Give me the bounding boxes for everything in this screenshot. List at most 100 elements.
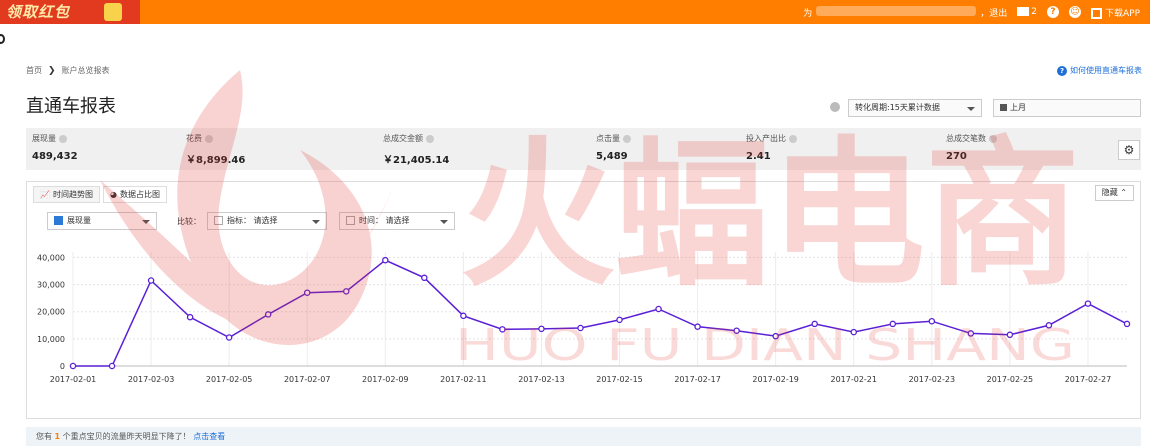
data-point[interactable]: [850, 328, 857, 336]
notice-message: 个重点宝贝的流量昨天明显下降了！: [62, 432, 191, 441]
metric-roi[interactable]: 投入产出比 2.41: [746, 133, 797, 162]
chevron-down-icon: [967, 107, 975, 111]
x-tick-label: 2017-02-17: [674, 375, 721, 384]
metric-label: 总成交笔数: [946, 134, 986, 143]
breadcrumb-current: 账户总览报表: [61, 66, 110, 75]
metric-value: 489,432: [32, 151, 78, 162]
download-app-label: 下载APP: [1104, 8, 1140, 19]
help-link[interactable]: ? 如何使用直通车报表: [1057, 65, 1142, 76]
x-tick-label: 2017-02-15: [596, 375, 643, 384]
logout-link[interactable]: ，退出: [980, 9, 1007, 19]
x-tick-label: 2017-02-11: [440, 375, 487, 384]
metric-clicks[interactable]: 点击量 5,489: [596, 133, 631, 162]
data-point[interactable]: [460, 312, 467, 320]
metric-label: 总成交金额: [383, 134, 423, 143]
chevron-down-icon: [440, 220, 448, 224]
data-point[interactable]: [264, 311, 272, 318]
y-tick-label: 40,000: [37, 253, 65, 262]
metric-gmv[interactable]: 总成交金额 ￥21,405.14: [383, 133, 449, 166]
x-tick-label: 2017-02-03: [128, 375, 175, 384]
gear-icon: ⚙: [1123, 143, 1135, 157]
data-point[interactable]: [303, 289, 311, 296]
data-point[interactable]: [343, 288, 350, 295]
help-icon[interactable]: ?: [1046, 6, 1059, 18]
date-range-select[interactable]: 上月: [993, 99, 1141, 117]
question-icon: ?: [1057, 65, 1067, 76]
data-point[interactable]: [694, 323, 701, 330]
metric-value: 270: [946, 151, 967, 162]
pie-chart-icon: ◕: [110, 190, 117, 199]
indicator-select[interactable]: 指标： 请选择: [207, 212, 327, 230]
time-select[interactable]: 时间： 请选择: [339, 212, 455, 230]
breadcrumb-home[interactable]: 首页: [26, 65, 42, 76]
info-icon[interactable]: [830, 102, 840, 112]
trend-chart-icon: 📈: [40, 190, 50, 199]
help-dot-icon: [989, 134, 997, 143]
tab-share-label: 数据占比图: [119, 190, 160, 199]
metric-value: 2.41: [746, 151, 771, 162]
trend-line-chart: 0 10,000 20,000 30,000 40,000 2017-02-01 2017-…: [37, 252, 1131, 384]
data-point[interactable]: [538, 325, 545, 333]
calendar-icon: [1000, 104, 1007, 111]
indicator-value: 指标： 请选择: [227, 216, 278, 225]
x-tick-label: 2017-02-07: [284, 375, 331, 384]
help-dot-icon: [426, 134, 434, 143]
notice-prefix: 您有: [36, 432, 52, 441]
data-point[interactable]: [1084, 300, 1092, 307]
conversion-period-value: 转化周期:15天累计数据: [855, 103, 940, 112]
data-point[interactable]: [811, 320, 818, 328]
data-point[interactable]: [889, 320, 897, 328]
data-point[interactable]: [616, 316, 623, 324]
data-point[interactable]: [1123, 320, 1131, 328]
x-tick-label: 2017-02-19: [752, 375, 799, 384]
notice-link[interactable]: 点击查看: [193, 432, 225, 441]
data-point[interactable]: [577, 324, 584, 332]
metric-orders[interactable]: 总成交笔数 270: [946, 133, 997, 162]
mail-button[interactable]: 2: [1017, 7, 1037, 17]
data-point[interactable]: [186, 313, 194, 321]
data-point[interactable]: [655, 305, 662, 313]
data-point[interactable]: [967, 330, 975, 337]
x-tick-label: 2017-02-13: [518, 375, 565, 384]
data-point[interactable]: [772, 332, 779, 340]
data-point[interactable]: [225, 334, 233, 341]
user-prefix: 为: [803, 8, 813, 19]
chart-axes: 0 10,000 20,000 30,000 40,000 2017-02-01 2017-…: [37, 253, 1127, 384]
data-point[interactable]: [1045, 322, 1053, 329]
data-point[interactable]: [108, 362, 116, 370]
mail-count: 2: [1031, 7, 1037, 17]
breadcrumb: 首页 ❯ 账户总览报表: [26, 65, 110, 76]
tab-share[interactable]: ◕ 数据占比图: [103, 186, 167, 203]
help-link-label: 如何使用直通车报表: [1070, 66, 1142, 75]
data-point[interactable]: [928, 317, 936, 325]
primary-metric-select[interactable]: 展现量: [47, 212, 157, 230]
data-point[interactable]: [147, 277, 155, 284]
data-point[interactable]: [421, 274, 428, 282]
metric-cost[interactable]: 花费 ￥8,899.46: [186, 133, 245, 166]
top-bar-right: 为 ，退出 2 ? ☺ 下载APP: [803, 0, 1140, 24]
chevron-down-icon: [142, 220, 150, 224]
hide-chart-button[interactable]: 隐藏 ⌃: [1094, 185, 1134, 201]
download-app-button[interactable]: 下载APP: [1090, 6, 1140, 19]
customer-service-icon[interactable]: ☺: [1068, 6, 1081, 18]
metric-value: 5,489: [596, 151, 628, 162]
data-point[interactable]: [1006, 331, 1014, 339]
series-color-swatch: [54, 216, 63, 225]
promo-banner[interactable]: 领取红包: [0, 0, 140, 24]
y-tick-label: 0: [60, 362, 65, 371]
conversion-period-select[interactable]: 转化周期:15天累计数据: [848, 99, 982, 117]
tab-trend[interactable]: 📈 时间趋势图: [33, 186, 100, 203]
y-tick-label: 10,000: [37, 335, 65, 344]
data-point[interactable]: [499, 326, 506, 333]
x-tick-label: 2017-02-09: [362, 375, 409, 384]
x-tick-label: 2017-02-05: [206, 375, 253, 384]
data-point[interactable]: [733, 327, 740, 334]
help-dot-icon: [205, 134, 213, 143]
x-tick-label: 2017-02-23: [909, 375, 956, 384]
settings-button[interactable]: ⚙: [1118, 140, 1140, 160]
metric-impressions[interactable]: 展现量 489,432: [32, 133, 78, 162]
data-point[interactable]: [382, 256, 389, 264]
y-tick-label: 30,000: [37, 281, 65, 290]
data-point[interactable]: [69, 362, 77, 370]
tab-trend-label: 时间趋势图: [52, 190, 93, 199]
